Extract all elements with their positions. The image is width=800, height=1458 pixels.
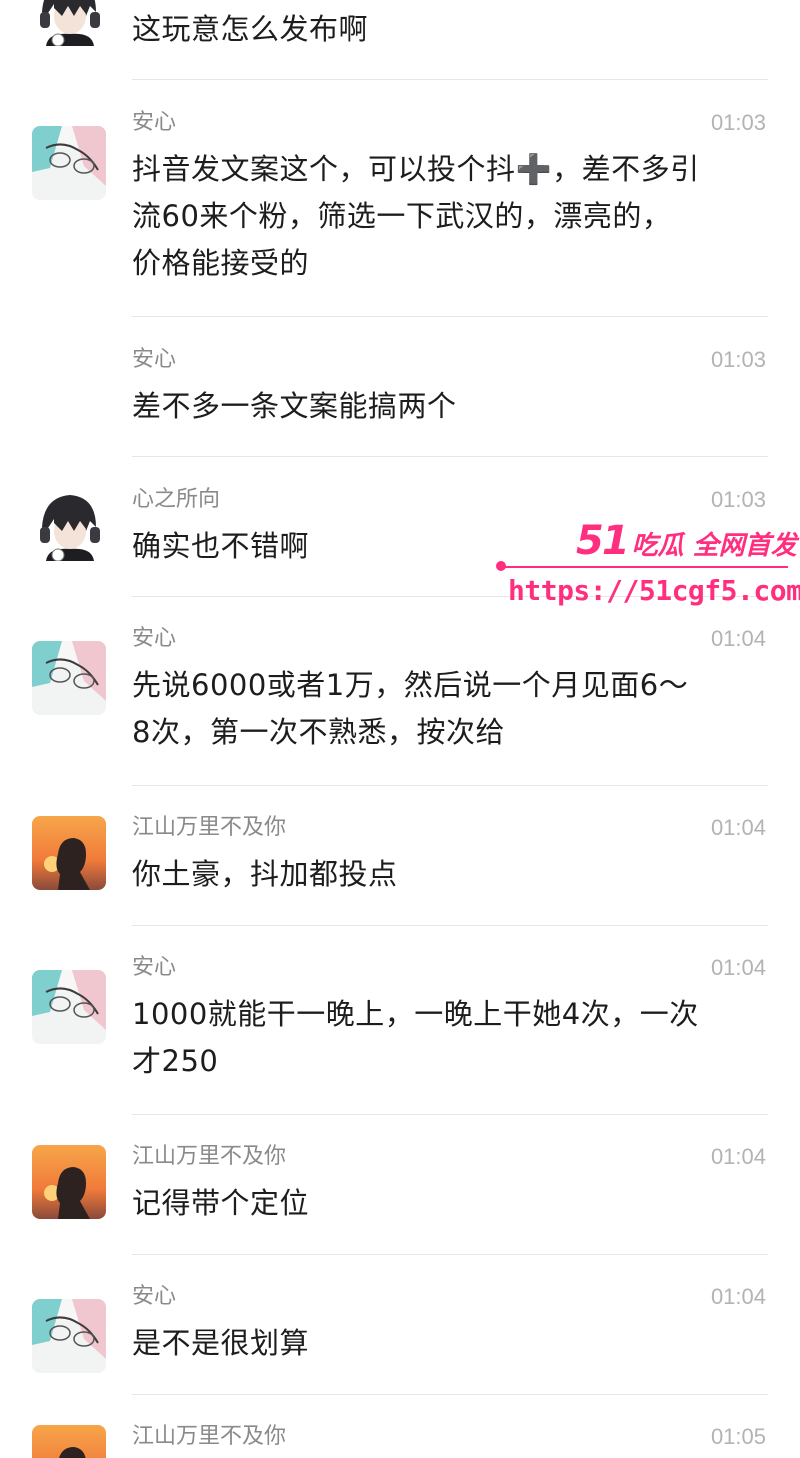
avatar[interactable]	[32, 641, 106, 715]
sender-name[interactable]: 安心	[132, 625, 176, 653]
message-time: 01:04	[710, 1284, 766, 1309]
message-text: 先说6000或者1万，然后说一个月见面6～ 8次，第一次不熟悉，按次给	[132, 668, 689, 749]
sender-name[interactable]: 江山万里不及你	[132, 1423, 286, 1451]
message-time: 01:05	[710, 1424, 766, 1449]
message-row[interactable]: 安心 01:04 先说6000或者1万，然后说一个月见面6～ 8次，第一次不熟悉…	[0, 597, 800, 785]
watermark-label: 吃瓜 全网首发	[631, 531, 797, 561]
message-time: 01:03	[710, 347, 766, 372]
message-text: 你土豪，抖加都投点	[132, 857, 398, 891]
anime-boy-avatar-icon	[32, 0, 106, 46]
sunset-silhouette-avatar-icon	[32, 816, 106, 890]
sunset-silhouette-avatar-icon	[32, 1425, 106, 1458]
avatar[interactable]	[32, 0, 106, 46]
watermark-logo: 51 吃瓜 全网首发	[576, 518, 797, 564]
glasses-photo-avatar-icon	[32, 1299, 106, 1373]
message-row[interactable]: 这玩意怎么发布啊	[0, 0, 800, 80]
watermark-line	[502, 566, 788, 568]
message-row[interactable]: 安心 01:03 抖音发文案这个，可以投个抖➕，差不多引 流60来个粉，筛选一下…	[0, 80, 800, 316]
message-time: 01:04	[710, 1144, 766, 1169]
message-text: 是不是很划算	[132, 1326, 310, 1360]
chat-history[interactable]: 这玩意怎么发布啊 安心 01:03 抖音发文案这个，可以投个抖➕，差不多引 流6…	[0, 0, 800, 1458]
message-row[interactable]: 江山万里不及你 01:05	[0, 1395, 800, 1458]
message-text: 1000就能干一晚上，一晚上干她4次，一次 才250	[132, 997, 699, 1078]
sender-name[interactable]: 安心	[132, 954, 176, 982]
message-row[interactable]: 安心 01:03 差不多一条文案能搞两个	[0, 317, 800, 456]
sunset-silhouette-avatar-icon	[32, 1145, 106, 1219]
watermark-number: 51	[576, 518, 630, 564]
message-text: 抖音发文案这个，可以投个抖➕，差不多引 流60来个粉，筛选一下武汉的，漂亮的， …	[132, 152, 700, 280]
message-time: 01:04	[710, 955, 766, 980]
message-row[interactable]: 安心 01:04 是不是很划算	[0, 1255, 800, 1394]
sender-name[interactable]: 心之所向	[132, 486, 220, 514]
message-text: 这玩意怎么发布啊	[132, 12, 369, 46]
message-text: 差不多一条文案能搞两个	[132, 389, 457, 423]
avatar[interactable]	[32, 1425, 106, 1458]
sender-name[interactable]: 安心	[132, 1283, 176, 1311]
message-row[interactable]: 江山万里不及你 01:04 你土豪，抖加都投点	[0, 786, 800, 925]
message-row[interactable]: 安心 01:04 1000就能干一晚上，一晚上干她4次，一次 才250	[0, 926, 800, 1114]
avatar[interactable]	[32, 1145, 106, 1219]
watermark: 51 吃瓜 全网首发 https://51cgf5.com	[496, 510, 800, 620]
sender-name[interactable]: 安心	[132, 346, 176, 374]
glasses-photo-avatar-icon	[32, 970, 106, 1044]
sender-name[interactable]: 安心	[132, 109, 176, 137]
message-time: 01:04	[710, 626, 766, 651]
sender-name[interactable]: 江山万里不及你	[132, 814, 286, 842]
sender-name[interactable]: 江山万里不及你	[132, 1143, 286, 1171]
anime-boy-avatar-icon	[32, 487, 106, 561]
avatar[interactable]	[32, 487, 106, 561]
avatar[interactable]	[32, 816, 106, 890]
glasses-photo-avatar-icon	[32, 641, 106, 715]
avatar[interactable]	[32, 970, 106, 1044]
glasses-photo-avatar-icon	[32, 126, 106, 200]
message-time: 01:04	[710, 815, 766, 840]
watermark-url: https://51cgf5.com	[508, 574, 800, 607]
avatar[interactable]	[32, 1299, 106, 1373]
message-text: 记得带个定位	[132, 1186, 310, 1220]
message-time: 01:03	[710, 110, 766, 135]
message-row[interactable]: 江山万里不及你 01:04 记得带个定位	[0, 1115, 800, 1254]
avatar[interactable]	[32, 126, 106, 200]
